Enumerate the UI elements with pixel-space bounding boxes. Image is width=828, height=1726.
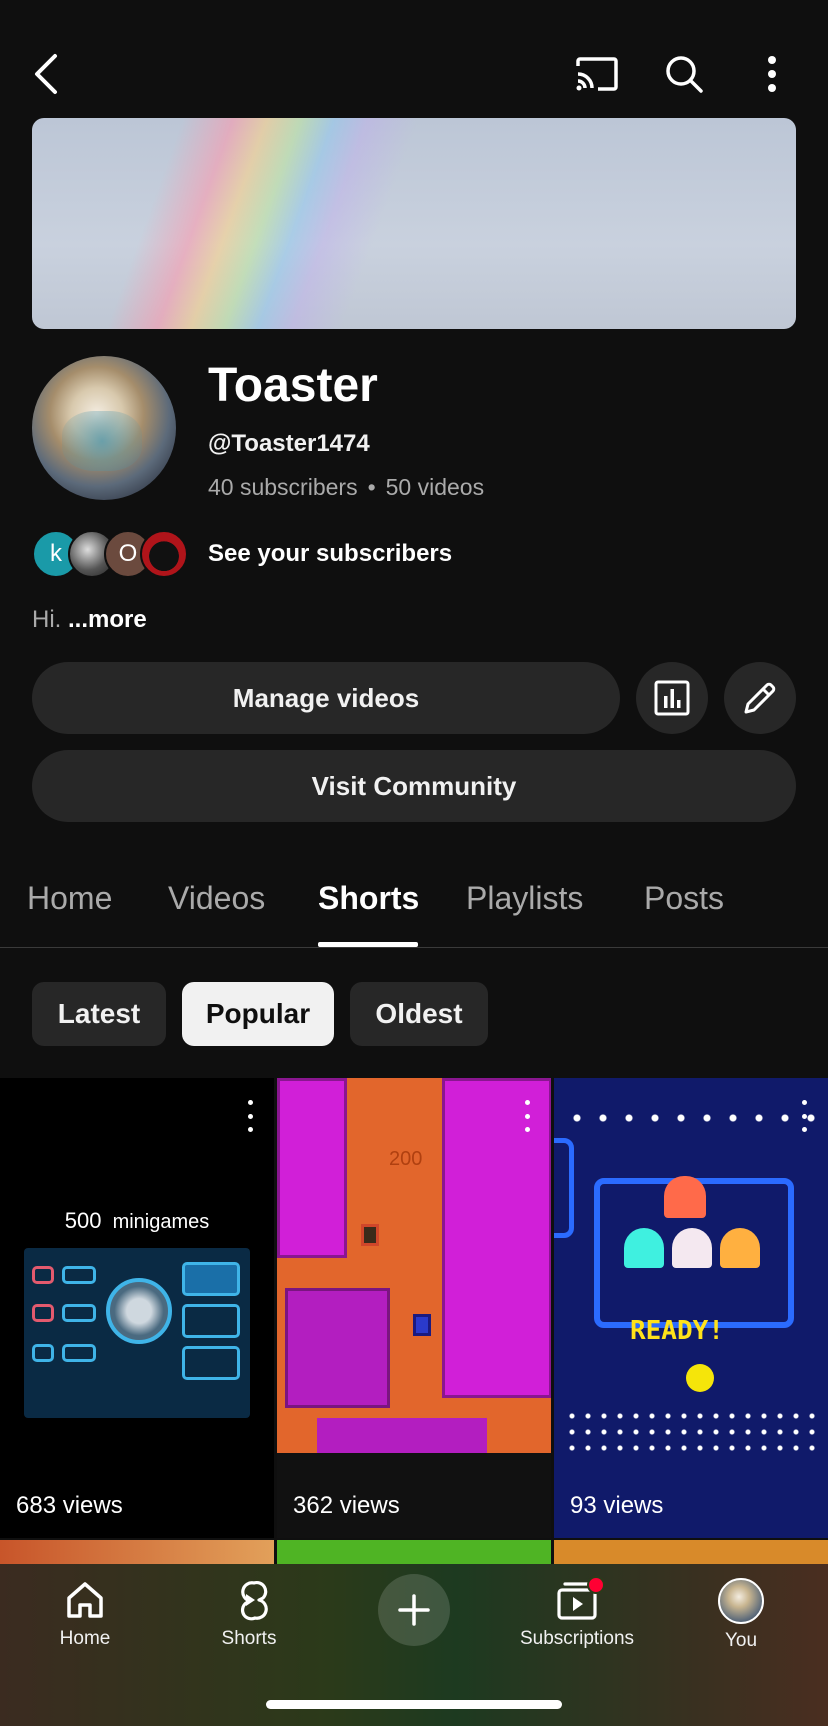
ghost-pink (672, 1228, 712, 1268)
game-wall (285, 1288, 390, 1408)
nav-home[interactable]: Home (10, 1578, 160, 1650)
nav-shorts[interactable]: Shorts (174, 1578, 324, 1650)
short-thumbnail[interactable]: READY! 93 views (554, 1078, 828, 1538)
ghost-red (664, 1176, 706, 1218)
nav-shorts-label: Shorts (221, 1628, 277, 1649)
tab-home[interactable]: Home (27, 880, 112, 917)
video-count: 50 videos (385, 474, 485, 500)
tab-shorts[interactable]: Shorts (318, 880, 419, 917)
short-menu-icon[interactable] (238, 1098, 262, 1134)
channel-stats: 40 subscribers • 50 videos (208, 474, 484, 501)
channel-tabs: Home Videos Shorts Playlists Posts (0, 860, 828, 948)
more-options-icon[interactable] (748, 50, 796, 98)
home-icon (67, 1582, 103, 1618)
pacman-sprite (686, 1364, 714, 1392)
ghost-orange (720, 1228, 760, 1268)
you-avatar (718, 1578, 764, 1624)
maze-pellets (564, 1408, 824, 1458)
short-thumbnail[interactable]: 500 minigames 683 views (0, 1078, 274, 1538)
visit-community-button[interactable]: Visit Community (32, 750, 796, 822)
sort-chip-popular[interactable]: Popular (182, 982, 334, 1046)
manage-videos-button[interactable]: Manage videos (32, 662, 620, 734)
nav-home-label: Home (59, 1628, 111, 1649)
top-app-bar (0, 0, 828, 110)
see-subscribers-row[interactable]: k O See your subscribers (32, 530, 732, 578)
channel-avatar[interactable] (32, 356, 176, 500)
plus-icon (398, 1594, 430, 1626)
ready-text: READY! (630, 1316, 724, 1346)
channel-banner (32, 118, 796, 329)
back-button[interactable] (22, 50, 70, 98)
subscriber-avatar (140, 530, 188, 578)
tab-posts[interactable]: Posts (644, 880, 724, 917)
racer-sprite (361, 1224, 379, 1246)
ghost-cyan (624, 1228, 664, 1268)
maze-pellets (564, 1108, 824, 1128)
see-subscribers-link[interactable]: See your subscribers (208, 540, 452, 568)
console-graphic (24, 1248, 250, 1418)
home-indicator (266, 1700, 562, 1709)
short-menu-icon[interactable] (792, 1098, 816, 1134)
channel-handle: @Toaster1474 (208, 430, 370, 457)
short-thumbnail-peek[interactable] (277, 1540, 551, 1564)
sort-chip-latest[interactable]: Latest (32, 982, 166, 1046)
game-wall (277, 1078, 347, 1258)
nav-subscriptions-label: Subscriptions (519, 1628, 635, 1649)
short-thumbnail[interactable]: 200 362 views (277, 1078, 551, 1538)
nav-you-label: You (724, 1630, 758, 1651)
cast-icon[interactable] (572, 50, 620, 98)
search-icon[interactable] (660, 50, 708, 98)
channel-name: Toaster (208, 359, 378, 412)
short-thumbnail-peek[interactable] (554, 1540, 828, 1564)
analytics-icon (654, 680, 690, 716)
nav-you[interactable]: You (666, 1578, 816, 1652)
short-menu-icon[interactable] (515, 1098, 539, 1134)
short-view-count: 362 views (293, 1492, 400, 1519)
separator-dot: • (367, 474, 376, 500)
active-tab-indicator (318, 942, 418, 947)
subscriber-count: 40 subscribers (208, 474, 358, 500)
visit-community-label: Visit Community (311, 770, 517, 801)
short-overlay-caption: 200 (389, 1148, 423, 1170)
analytics-button[interactable] (636, 662, 708, 734)
tab-videos[interactable]: Videos (168, 880, 265, 917)
short-view-count: 683 views (16, 1492, 123, 1519)
nav-subscriptions[interactable]: Subscriptions (502, 1576, 652, 1650)
tab-playlists[interactable]: Playlists (466, 880, 583, 917)
short-view-count: 93 views (570, 1492, 664, 1519)
maze-frame (554, 1138, 574, 1238)
sort-chip-oldest[interactable]: Oldest (350, 982, 488, 1046)
short-thumbnail-peek[interactable] (0, 1540, 274, 1564)
create-button[interactable] (378, 1574, 450, 1646)
racer-sprite (413, 1314, 431, 1336)
description-more-link[interactable]: ...more (68, 606, 147, 633)
notification-dot (587, 1576, 605, 1594)
subscriptions-icon-wrap (555, 1576, 605, 1622)
shorts-icon (240, 1581, 268, 1621)
short-overlay-caption: 500 minigames (64, 1208, 210, 1233)
manage-videos-label: Manage videos (232, 682, 420, 713)
pencil-icon (744, 682, 776, 714)
game-wall (317, 1418, 487, 1458)
description-text: Hi. (32, 606, 62, 633)
edit-channel-button[interactable] (724, 662, 796, 734)
channel-description[interactable]: Hi. ...more (32, 606, 147, 634)
